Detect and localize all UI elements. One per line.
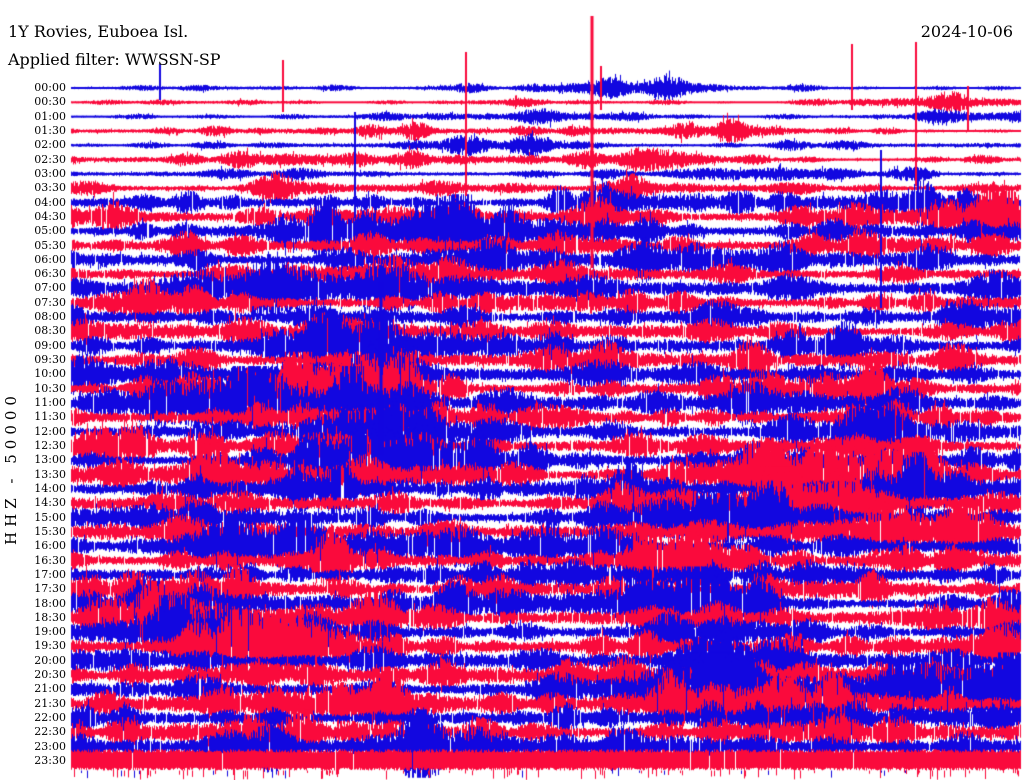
time-label: 07:00: [34, 281, 66, 295]
time-label: 04:30: [34, 209, 66, 223]
time-label: 02:30: [34, 152, 66, 166]
time-label: 10:30: [34, 381, 66, 395]
time-label: 21:00: [34, 682, 66, 696]
time-label: 14:00: [34, 481, 66, 495]
time-label: 00:00: [34, 81, 66, 94]
time-label: 21:30: [34, 696, 66, 710]
time-label: 16:00: [34, 539, 66, 553]
time-label: 05:00: [34, 224, 66, 238]
time-label: 08:00: [34, 310, 66, 324]
time-label: 11:00: [34, 396, 66, 410]
time-label: 17:00: [34, 567, 66, 581]
time-label: 03:30: [34, 181, 66, 195]
time-label: 15:30: [34, 524, 66, 538]
time-label: 23:30: [34, 754, 66, 768]
time-label: 04:00: [34, 195, 66, 209]
time-label: 10:00: [34, 367, 66, 381]
time-label: 06:00: [34, 252, 66, 266]
time-label: 01:30: [34, 123, 66, 137]
time-label: 07:30: [34, 295, 66, 309]
time-label: 22:30: [34, 725, 66, 739]
date-label: 2024-10-06: [920, 22, 1013, 41]
time-label: 00:30: [34, 95, 66, 109]
time-label: 23:00: [34, 739, 66, 753]
time-label: 11:30: [34, 410, 66, 424]
time-label: 20:30: [34, 668, 66, 682]
time-label: 18:30: [34, 610, 66, 624]
time-label: 12:30: [34, 439, 66, 452]
time-label: 12:00: [34, 424, 66, 438]
time-label: 05:30: [34, 238, 66, 252]
time-label: 16:30: [34, 553, 66, 567]
helicorder-page: 1Y Rovies, Euboea Isl. Applied filter: W…: [0, 0, 1024, 780]
time-label: 08:30: [34, 324, 66, 338]
time-label: 02:00: [34, 138, 66, 152]
time-label: 03:00: [34, 166, 66, 180]
filter-label: Applied filter: WWSSN-SP: [8, 50, 221, 69]
time-label: 13:00: [34, 453, 66, 467]
helicorder-plot-canvas: [0, 0, 1024, 780]
time-label: 19:00: [34, 625, 66, 639]
time-label: 18:00: [34, 596, 66, 610]
time-label: 09:30: [34, 353, 66, 367]
station-title: 1Y Rovies, Euboea Isl.: [8, 22, 189, 41]
time-label: 13:30: [34, 467, 66, 481]
time-label: 22:00: [34, 711, 66, 725]
time-label: 01:00: [34, 109, 66, 123]
time-label: 09:00: [34, 338, 66, 352]
time-label: 14:30: [34, 496, 66, 510]
time-label: 06:30: [34, 267, 66, 281]
time-label: 17:30: [34, 582, 66, 596]
time-label: 20:00: [34, 653, 66, 667]
time-label: 19:30: [34, 639, 66, 653]
time-label: 15:00: [34, 510, 66, 524]
